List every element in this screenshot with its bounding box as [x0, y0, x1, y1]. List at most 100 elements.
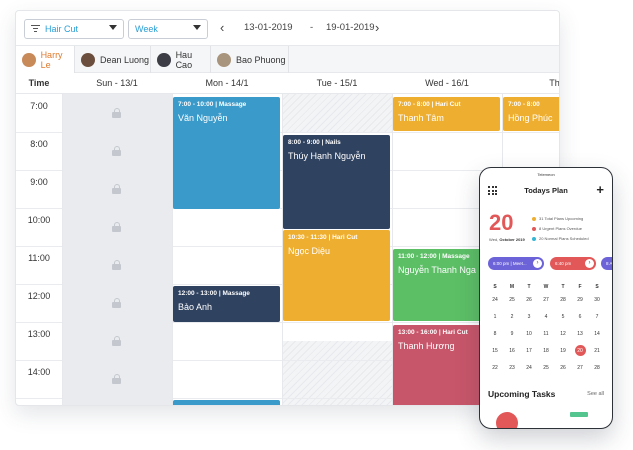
appointment-time: 7:00 - 10:00 | Massage — [178, 101, 247, 108]
appointment-block[interactable]: 7:00 - 8:00 | Hari Cut Thanh Tâm — [393, 97, 500, 131]
day-header-mon: Mon - 14/1 — [205, 78, 249, 88]
calendar-day[interactable]: 15 — [487, 348, 503, 354]
calendar-day[interactable]: 13 — [572, 331, 588, 337]
service-filter-select[interactable]: Hair Cut — [24, 19, 124, 39]
stat-upcoming: 31 Total Plans Upcoming — [532, 216, 583, 221]
caret-down-icon — [193, 25, 201, 30]
calendar-day[interactable]: 29 — [572, 297, 588, 303]
calendar-day[interactable]: 21 — [589, 348, 605, 354]
stat-scheduled: 20 Normal Plans Scheduled — [532, 236, 589, 241]
appointment-time: 10:30 - 11:30 | Hari Cut — [288, 234, 358, 241]
appointment-client: Thanh Tâm — [398, 113, 444, 123]
see-all-link[interactable]: See all — [587, 391, 604, 397]
appointment-block[interactable] — [173, 400, 280, 405]
tab-staff-harry-le[interactable]: Harry Le — [16, 46, 75, 73]
avatar — [22, 52, 36, 67]
calendar-day[interactable]: 10 — [521, 331, 537, 337]
calendar-day[interactable]: 23 — [504, 365, 520, 371]
plan-pill[interactable]: 6:00 pm | Meet... › — [488, 257, 544, 270]
calendar-day[interactable]: 12 — [555, 331, 571, 337]
calendar-day[interactable]: 2 — [504, 314, 520, 320]
caret-down-icon — [109, 25, 117, 30]
lock-icon — [112, 260, 121, 270]
calendar-day[interactable]: 27 — [538, 297, 554, 303]
stat-text: 8 Urgent Plans Overdue — [539, 226, 582, 231]
today-weekday: Wed, — [489, 237, 499, 242]
service-filter-value: Hair Cut — [45, 24, 79, 34]
date-to: 19-01-2019 — [326, 22, 375, 33]
time-column-header: Time — [28, 78, 50, 88]
calendar-day[interactable]: 20 — [572, 348, 588, 354]
appointment-time: 12:00 - 13:00 | Massage — [178, 290, 250, 297]
upcoming-task-card[interactable] — [488, 408, 604, 428]
tab-staff-hau-cao[interactable]: Hau Cao — [151, 46, 211, 73]
lock-icon — [112, 298, 121, 308]
time-label: 13:00 — [27, 329, 51, 339]
appointment-client: Văn Nguyễn — [178, 113, 228, 123]
calendar-day[interactable]: 9 — [504, 331, 520, 337]
calendar-day[interactable]: 28 — [589, 365, 605, 371]
weekday-label: T — [527, 284, 531, 290]
calendar-day[interactable]: 24 — [487, 297, 503, 303]
appointment-time: 7:00 - 8:00 | Hari Cut — [398, 101, 461, 108]
appointment-block[interactable]: 8:00 - 9:00 | Nails Thúy Hạnh Nguyễn — [283, 135, 390, 229]
calendar-day[interactable]: 14 — [589, 331, 605, 337]
weekday-label: S — [493, 284, 497, 290]
calendar-day[interactable]: 17 — [521, 348, 537, 354]
tab-staff-dean-luong[interactable]: Dean Luong — [75, 46, 151, 73]
add-plan-icon[interactable]: + — [596, 182, 604, 197]
appointment-block[interactable]: 7:00 - 10:00 | Massage Văn Nguyễn — [173, 97, 280, 209]
date-from: 13-01-2019 — [244, 22, 293, 33]
plan-pill-label: 6:40 pm — [555, 261, 572, 266]
calendar-day[interactable]: 26 — [521, 297, 537, 303]
plan-pill[interactable]: 6:40 pm › — [550, 257, 596, 270]
calendar-day[interactable]: 11 — [538, 331, 554, 337]
lock-icon — [112, 222, 121, 232]
calendar-day[interactable]: 4 — [538, 314, 554, 320]
calendar-grid: 7:00 8:00 9:00 10:00 11:00 12:00 13:00 1… — [16, 94, 559, 405]
task-status-tag — [570, 412, 588, 417]
appointment-time: 7:00 - 8:00 — [508, 101, 540, 108]
time-label: 12:00 — [27, 291, 51, 301]
calendar-day[interactable]: 3 — [521, 314, 537, 320]
appointment-block[interactable]: 12:00 - 13:00 | Massage Bảo Anh — [173, 286, 280, 322]
calendar-day[interactable]: 27 — [572, 365, 588, 371]
avatar — [157, 52, 171, 67]
calendar-day[interactable]: 30 — [589, 297, 605, 303]
staff-name: Dean Luong — [100, 54, 150, 65]
calendar-day[interactable]: 8 — [487, 331, 503, 337]
calendar-day[interactable]: 7 — [589, 314, 605, 320]
calendar-day[interactable]: 24 — [521, 365, 537, 371]
weekday-label: F — [578, 284, 582, 290]
stat-overdue: 8 Urgent Plans Overdue — [532, 226, 582, 231]
plan-pill[interactable]: 8 A — [601, 257, 612, 270]
appointment-client: Hồng Phúc — [508, 113, 553, 123]
lock-icon — [112, 336, 121, 346]
view-select[interactable]: Week — [128, 19, 208, 39]
appointment-block[interactable]: 7:00 - 8:00 Hồng Phúc — [503, 97, 559, 131]
day-header-wed: Wed - 16/1 — [425, 78, 469, 88]
status-carrier: Telemeon — [537, 172, 555, 177]
calendar-day[interactable]: 5 — [555, 314, 571, 320]
lock-icon — [112, 146, 121, 156]
calendar-day[interactable]: 25 — [504, 297, 520, 303]
calendar-day[interactable]: 6 — [572, 314, 588, 320]
lock-icon — [112, 374, 121, 384]
calendar-day[interactable]: 19 — [555, 348, 571, 354]
calendar-day[interactable]: 22 — [487, 365, 503, 371]
calendar-day[interactable]: 25 — [538, 365, 554, 371]
calendar-day[interactable]: 26 — [555, 365, 571, 371]
chevron-right-icon[interactable]: › — [375, 20, 379, 36]
calendar-day[interactable]: 28 — [555, 297, 571, 303]
tab-staff-bao-phuong[interactable]: Bao Phuong — [211, 46, 289, 73]
staff-name: Bao Phuong — [236, 54, 286, 65]
calendar-day[interactable]: 1 — [487, 314, 503, 320]
today-month-year: October 2019 — [499, 237, 525, 242]
day-header-row: Time Sun - 13/1 Mon - 14/1 Tue - 15/1 We… — [16, 73, 559, 94]
appointment-block[interactable]: 10:30 - 11:30 | Hari Cut Ngọc Diệu — [283, 230, 390, 321]
calendar-day[interactable]: 16 — [504, 348, 520, 354]
appointment-client: Thúy Hạnh Nguyễn — [288, 151, 366, 161]
day-header-tue: Tue - 15/1 — [316, 78, 358, 88]
chevron-left-icon[interactable]: ‹ — [220, 20, 224, 36]
calendar-day[interactable]: 18 — [538, 348, 554, 354]
